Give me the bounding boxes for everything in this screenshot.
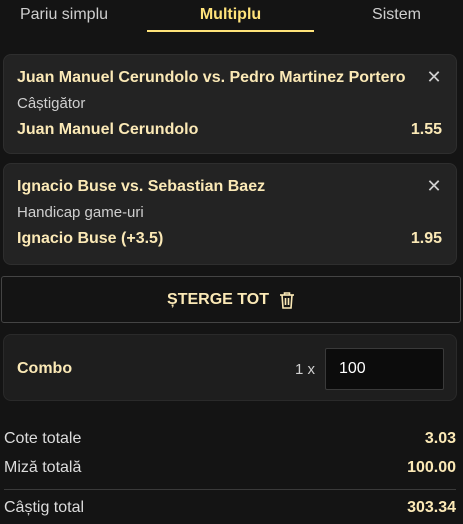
bet-card: Ignacio Buse vs. Sebastian Baez ✕ Handic… [3, 163, 457, 265]
bet-type-tabs: Pariu simplu Multiplu Sistem [0, 0, 463, 32]
combo-label: Combo [17, 360, 73, 377]
total-win-value: 303.34 [407, 499, 456, 516]
total-stake-row: Miză totală 100.00 [4, 459, 456, 481]
tab-multiplu[interactable]: Multiplu [147, 0, 314, 32]
close-icon[interactable]: ✕ [426, 177, 442, 195]
close-icon[interactable]: ✕ [426, 68, 442, 86]
bet-selection: Juan Manuel Cerundolo [17, 121, 199, 138]
total-win-label: Câștig total [4, 499, 85, 516]
bet-odd: 1.95 [410, 230, 442, 247]
bet-card: Juan Manuel Cerundolo vs. Pedro Martinez… [3, 54, 457, 154]
combo-stake-row: Combo 1 x [3, 334, 457, 401]
bet-match-name: Juan Manuel Cerundolo vs. Pedro Martinez… [17, 69, 406, 86]
tab-sistem[interactable]: Sistem [330, 0, 463, 32]
total-stake-value: 100.00 [407, 459, 456, 476]
tab-pariu-simplu[interactable]: Pariu simplu [0, 0, 128, 32]
trash-icon [279, 291, 295, 309]
bet-market: Handicap game-uri [17, 204, 144, 221]
bet-match-name: Ignacio Buse vs. Sebastian Baez [17, 178, 266, 195]
stake-input[interactable] [325, 348, 444, 390]
bet-selection: Ignacio Buse (+3.5) [17, 230, 164, 247]
total-win-row: Câștig total 303.34 [4, 499, 456, 521]
total-stake-label: Miză totală [4, 459, 82, 476]
bet-market: Câștigător [17, 95, 86, 112]
total-odds-value: 3.03 [424, 430, 456, 447]
bet-odd: 1.55 [410, 121, 442, 138]
total-odds-row: Cote totale 3.03 [4, 430, 456, 452]
total-odds-label: Cote totale [4, 430, 82, 447]
clear-all-label: ȘTERGE TOT [167, 290, 269, 308]
divider [4, 489, 456, 490]
clear-all-button[interactable]: ȘTERGE TOT [1, 276, 461, 323]
combo-multiplier: 1 x [295, 361, 316, 378]
active-tab-indicator [147, 30, 314, 32]
